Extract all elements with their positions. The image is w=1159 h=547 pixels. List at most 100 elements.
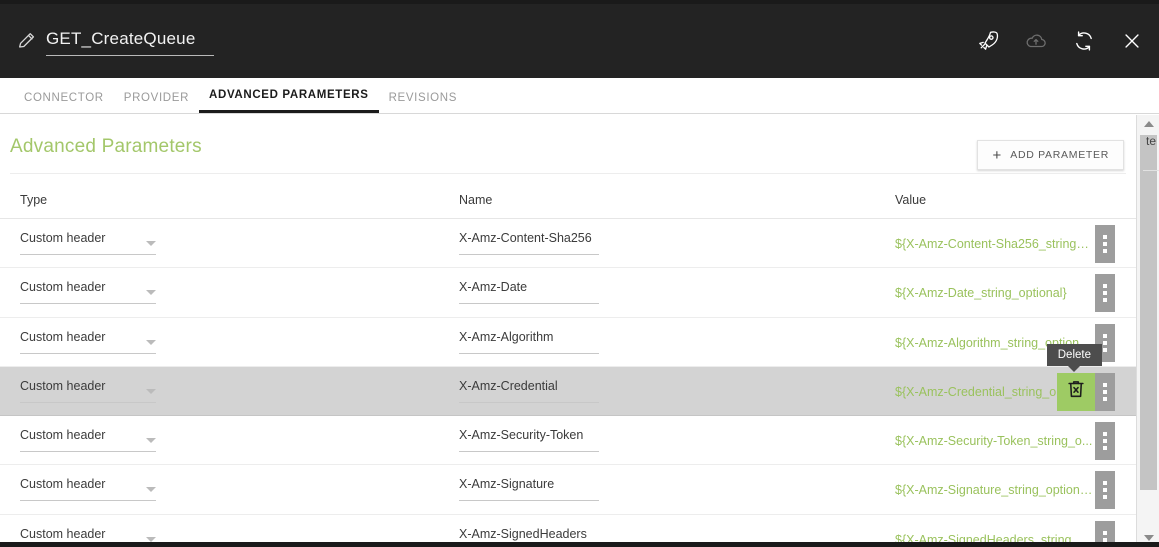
column-header-name: Name (459, 193, 493, 207)
parameter-type-value: Custom header (20, 231, 106, 245)
parameter-type-value: Custom header (20, 477, 106, 492)
parameter-name-value: X-Amz-Date (459, 280, 528, 295)
parameter-type-select[interactable]: Custom header (20, 477, 160, 502)
parameter-name-value: X-Amz-Credential (459, 378, 558, 393)
kebab-dot (1103, 537, 1107, 542)
table-row[interactable]: Custom header X-Amz-Algorithm ${X-Amz-Algo… (0, 317, 1136, 367)
chevron-down-icon (146, 290, 156, 296)
parameter-type-select[interactable]: Custom header (20, 379, 160, 403)
kebab-dot (1103, 389, 1107, 394)
advanced-parameters-panel: Advanced Parameters + ADD PARAMETER Type… (0, 115, 1136, 542)
parameter-type-select[interactable]: Custom header (20, 428, 160, 453)
select-underline (20, 303, 156, 305)
kebab-dot (1103, 242, 1107, 246)
parameter-name-input[interactable]: X-Amz-Algorithm (459, 330, 601, 354)
select-underline (20, 500, 156, 502)
background-clipped-text: te (1146, 134, 1157, 148)
parameter-name-input[interactable]: X-Amz-Security-Token (459, 428, 601, 453)
select-underline (20, 254, 156, 255)
parameter-name-value: X-Amz-Security-Token (459, 428, 584, 443)
content-scrollbar[interactable] (1136, 115, 1159, 542)
table-row[interactable]: Custom header X-Amz-Security-Token ${X-Amz… (0, 416, 1136, 466)
parameter-value-text[interactable]: ${X-Amz-Security-Token_string_o... (895, 434, 1093, 448)
trash-x-icon (1065, 378, 1087, 405)
parameter-name-value: X-Amz-SignedHeaders (459, 526, 587, 541)
kebab-dot (1103, 284, 1107, 289)
scroll-up-arrow[interactable] (1137, 115, 1159, 132)
chevron-down-icon (146, 536, 156, 542)
parameter-type-select[interactable]: Custom header (20, 280, 160, 305)
row-menu-button[interactable] (1095, 225, 1115, 263)
row-menu-button[interactable] (1095, 372, 1115, 411)
parameter-name-input[interactable]: X-Amz-Date (459, 280, 601, 305)
select-underline (20, 451, 156, 453)
titlebar-actions (975, 4, 1145, 78)
table-row[interactable]: Custom header X-Amz-Signature ${X-Amz-Sign… (0, 465, 1136, 515)
parameter-value-text[interactable]: ${X-Amz-Signature_string_optional} (895, 483, 1093, 497)
row-menu-button[interactable] (1095, 471, 1115, 510)
kebab-dot (1103, 495, 1107, 500)
parameter-name-input[interactable]: X-Amz-Content-Sha256 (459, 231, 601, 255)
kebab-dot (1103, 291, 1107, 296)
parameter-value-text[interactable]: ${X-Amz-Content-Sha256_string_... (895, 237, 1093, 251)
scrollbar-thumb[interactable] (1140, 135, 1157, 490)
parameter-type-select[interactable]: Custom header (20, 527, 160, 542)
parameter-type-value: Custom header (20, 428, 106, 443)
table-row[interactable]: Custom header X-Amz-Date ${X-Amz-Date_stri… (0, 268, 1136, 318)
close-icon[interactable] (1119, 28, 1145, 54)
row-menu-button[interactable] (1095, 274, 1115, 313)
parameter-value-text[interactable]: ${X-Amz-SignedHeaders_string_o... (895, 533, 1093, 542)
chevron-down-icon (1143, 534, 1154, 541)
kebab-dot (1103, 235, 1107, 239)
input-underline (459, 451, 599, 453)
background-divider (1143, 170, 1159, 171)
kebab-dot (1103, 488, 1107, 493)
table-row[interactable]: Custom header X-Amz-Content-Sha256 ${X-Amz… (0, 219, 1136, 269)
tab-advanced-parameters[interactable]: ADVANCED PARAMETERS (199, 89, 379, 113)
chevron-down-icon (146, 487, 156, 493)
table-row[interactable]: Custom header X-Amz-Credential ${X-Amz-Cre… (0, 343, 1136, 417)
cloud-icon[interactable] (1023, 28, 1049, 54)
tab-connector[interactable]: CONNECTOR (14, 92, 114, 113)
delete-tooltip: Delete (1046, 343, 1102, 372)
delete-row-button[interactable] (1057, 372, 1095, 411)
parameter-type-select[interactable]: Custom header (20, 231, 160, 255)
connector-name-value: GET_CreateQueue (46, 28, 196, 48)
tab-revisions[interactable]: REVISIONS (379, 92, 467, 113)
tab-bar: CONNECTOR PROVIDER ADVANCED PARAMETERS REVI… (0, 78, 1159, 114)
select-underline (20, 401, 156, 403)
parameter-type-value: Custom header (20, 378, 106, 393)
add-parameter-label: ADD PARAMETER (1010, 149, 1109, 161)
refresh-icon[interactable] (1071, 28, 1097, 54)
kebab-dot (1103, 298, 1107, 303)
parameter-value-text[interactable]: ${X-Amz-Date_string_optional} (895, 286, 1093, 300)
input-underline (459, 303, 599, 305)
parameters-table-header: Type Name Value (0, 173, 1136, 219)
connector-name-field[interactable]: GET_CreateQueue (46, 29, 214, 56)
input-underline (459, 254, 599, 255)
row-menu-button[interactable] (1095, 520, 1115, 542)
parameter-name-input[interactable]: X-Amz-Credential (459, 379, 601, 403)
name-field-underline (46, 54, 214, 56)
scroll-down-arrow[interactable] (1137, 529, 1159, 542)
parameter-name-value: X-Amz-Signature (459, 477, 555, 492)
kebab-dot (1103, 333, 1107, 338)
kebab-dot (1103, 396, 1107, 401)
parameter-type-select[interactable]: Custom header (20, 330, 160, 354)
pencil-icon[interactable] (10, 30, 44, 52)
input-underline (459, 401, 599, 403)
chevron-down-icon (146, 339, 156, 345)
input-underline (459, 500, 599, 502)
row-menu-button[interactable] (1095, 422, 1115, 461)
add-parameter-button[interactable]: + ADD PARAMETER (977, 140, 1124, 170)
deploy-rocket-icon[interactable] (975, 28, 1001, 54)
kebab-dot (1103, 340, 1107, 345)
tab-provider[interactable]: PROVIDER (114, 92, 199, 113)
parameter-name-input[interactable]: X-Amz-Signature (459, 477, 601, 502)
chevron-down-icon (146, 388, 156, 394)
parameter-name-input[interactable]: X-Amz-SignedHeaders (459, 526, 601, 542)
connector-editor-window: GET_CreateQueue CONNECTOR PROVIDER ADVAN… (0, 0, 1159, 547)
input-underline (459, 352, 599, 354)
page-title: Advanced Parameters (10, 136, 202, 157)
table-row[interactable]: Custom header X-Amz-SignedHeaders ${X-Amz-… (0, 514, 1136, 542)
